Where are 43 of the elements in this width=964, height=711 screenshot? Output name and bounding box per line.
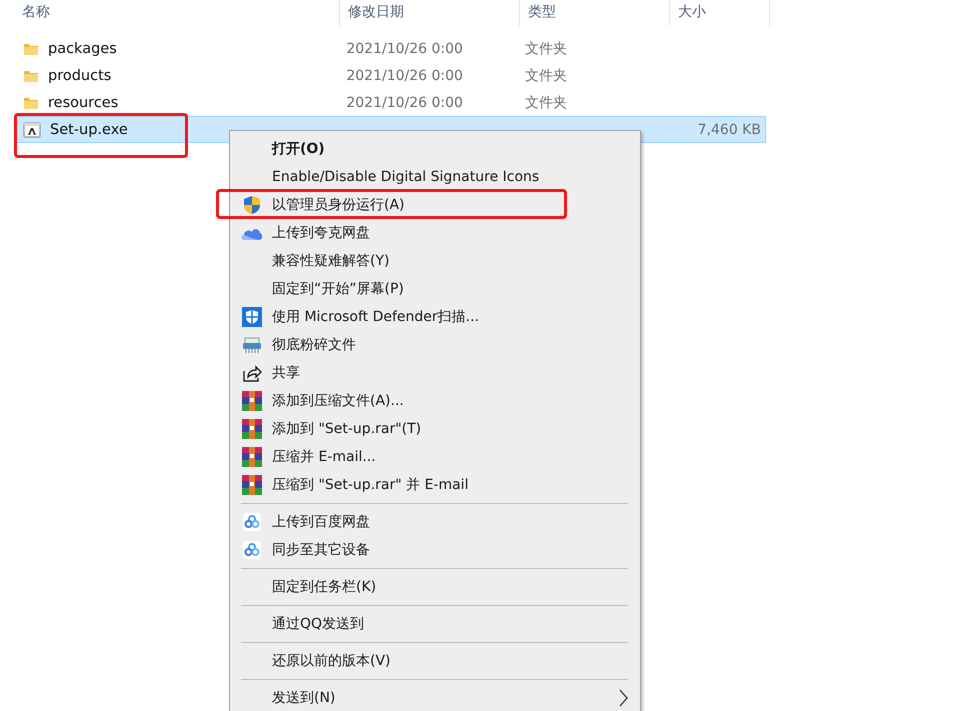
- file-name[interactable]: packages: [48, 40, 117, 56]
- archive-icon: [242, 419, 262, 439]
- type-cell: 文件夹: [524, 94, 567, 110]
- column-header[interactable]: 修改日期: [340, 0, 520, 26]
- shield-icon: [242, 307, 262, 327]
- file-name[interactable]: resources: [48, 94, 118, 110]
- menu-item[interactable]: Enable/Disable Digital Signature Icons: [230, 163, 640, 191]
- shield-icon: [242, 195, 262, 215]
- file-name[interactable]: Set-up.exe: [50, 122, 128, 138]
- column-header[interactable]: 名称: [14, 0, 340, 26]
- menu-item[interactable]: 上传到夸克网盘: [230, 219, 640, 247]
- menu-item[interactable]: 还原以前的版本(V): [230, 647, 640, 675]
- share-icon: [242, 363, 262, 383]
- archive-icon: [242, 391, 262, 411]
- menu-item[interactable]: 添加到 "Set-up.rar"(T): [230, 415, 640, 443]
- menu-item[interactable]: 通过QQ发送到: [230, 610, 640, 638]
- menu-item[interactable]: 发送到(N): [230, 684, 640, 711]
- date-cell: 2021/10/26 0:00: [346, 40, 463, 56]
- menu-item[interactable]: 使用 Microsoft Defender扫描...: [230, 303, 640, 331]
- menu-item[interactable]: 同步至其它设备: [230, 536, 640, 564]
- type-cell: 文件夹: [524, 68, 567, 84]
- date-cell: 2021/10/26 0:00: [346, 94, 463, 110]
- menu-item[interactable]: 共享: [230, 359, 640, 387]
- column-header[interactable]: 大小: [670, 0, 770, 26]
- menu-item[interactable]: 上传到百度网盘: [230, 508, 640, 536]
- archive-icon: [242, 475, 262, 495]
- menu-item[interactable]: 压缩并 E-mail...: [230, 443, 640, 471]
- file-name[interactable]: products: [48, 68, 112, 84]
- date-cell: 2021/10/26 0:00: [346, 68, 463, 84]
- menu-item[interactable]: 固定到任务栏(K): [230, 573, 640, 601]
- menu-item[interactable]: 固定到“开始”屏幕(P): [230, 275, 640, 303]
- application-icon: [23, 122, 41, 138]
- type-cell: 文件夹: [524, 40, 567, 56]
- menu-item[interactable]: 以管理员身份运行(A): [230, 191, 640, 219]
- menu-item[interactable]: 添加到压缩文件(A)...: [230, 387, 640, 415]
- column-header[interactable]: 类型: [520, 0, 670, 26]
- archive-icon: [242, 447, 262, 467]
- chevron-right-icon: [618, 689, 628, 707]
- shredder-icon: [242, 336, 262, 354]
- size-cell: 7,460 KB: [698, 122, 761, 138]
- menu-item[interactable]: 兼容性疑难解答(Y): [230, 247, 640, 275]
- menu-item[interactable]: 压缩到 "Set-up.rar" 并 E-mail: [230, 471, 640, 499]
- menu-item[interactable]: 彻底粉碎文件: [230, 331, 640, 359]
